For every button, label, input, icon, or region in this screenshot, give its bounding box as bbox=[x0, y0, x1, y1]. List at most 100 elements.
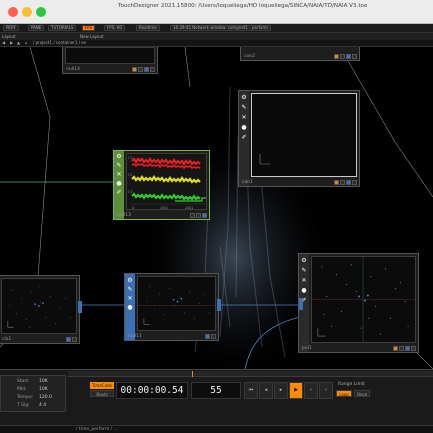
input-connector[interactable] bbox=[299, 298, 303, 310]
close-window-button[interactable] bbox=[8, 7, 18, 17]
zoom-window-button[interactable] bbox=[36, 7, 46, 17]
settings-icon[interactable]: ⚙ bbox=[241, 94, 248, 101]
operator-clx1[interactable]: clx1 bbox=[0, 275, 82, 344]
time-component-path[interactable]: / time_perform / ... bbox=[76, 427, 118, 432]
close-icon[interactable]: ✕ bbox=[241, 114, 248, 121]
tab-tutorials[interactable]: TUTORIALS bbox=[48, 25, 77, 31]
render-flag[interactable] bbox=[352, 180, 357, 185]
home-icon[interactable]: ⌂ bbox=[25, 40, 28, 45]
null13-chop-viewer: C1 C2 C3 0 1001 2001 bbox=[126, 153, 207, 210]
pol1-flags bbox=[393, 346, 416, 351]
close-icon[interactable]: ✕ bbox=[116, 171, 123, 178]
render-flag[interactable] bbox=[211, 334, 216, 339]
info-value[interactable]: 120.0 bbox=[39, 395, 52, 400]
minimize-window-button[interactable] bbox=[22, 7, 32, 17]
edit-icon[interactable]: ✎ bbox=[116, 162, 123, 169]
render-flag[interactable] bbox=[150, 67, 155, 72]
bypass-flag[interactable] bbox=[138, 67, 143, 72]
close-icon[interactable]: ✕ bbox=[301, 277, 308, 284]
network-editor[interactable]: null14 con2 ⚙ ✎ ✕ ● ✐ con1 ⚙ ✎ ✕ ● ✐ C1 … bbox=[0, 47, 433, 369]
con1-side-toolbar: ⚙ ✎ ✕ ● ✐ bbox=[239, 91, 249, 186]
viewer-flag[interactable] bbox=[393, 346, 398, 351]
bypass-flag[interactable] bbox=[340, 54, 345, 59]
view-icon[interactable]: ● bbox=[127, 304, 134, 311]
display-flag[interactable] bbox=[66, 337, 71, 342]
new-layout-button[interactable]: New Layout bbox=[80, 34, 104, 39]
view-icon[interactable]: ● bbox=[241, 124, 248, 131]
loop-button[interactable]: Loop bbox=[336, 390, 352, 397]
render-flag[interactable] bbox=[72, 337, 77, 342]
display-flag[interactable] bbox=[196, 213, 201, 218]
output-connector[interactable] bbox=[217, 299, 221, 311]
render-flag[interactable] bbox=[411, 346, 416, 351]
info-value[interactable]: 10K bbox=[39, 379, 48, 384]
rewind-to-start-button[interactable]: ⏮ bbox=[244, 382, 258, 399]
forward-arrow-icon[interactable]: ▶ bbox=[10, 40, 13, 45]
operator-null11[interactable]: ⚙ ✎ ✕ ● null11 bbox=[124, 273, 221, 341]
pane-bar: Layout New Layout bbox=[0, 32, 433, 40]
play-button[interactable]: ▶ bbox=[289, 382, 303, 399]
null11-flags bbox=[205, 334, 216, 339]
viewer-flag[interactable] bbox=[334, 180, 339, 185]
bypass-flag[interactable] bbox=[190, 213, 195, 218]
info-value[interactable]: 4 4 bbox=[39, 403, 46, 408]
bypass-flag[interactable] bbox=[399, 346, 404, 351]
view-icon[interactable]: ● bbox=[116, 180, 123, 187]
playhead[interactable] bbox=[192, 371, 193, 377]
timeline-ruler[interactable] bbox=[68, 371, 433, 377]
settings-icon[interactable]: ⚙ bbox=[116, 153, 123, 160]
frame-display[interactable]: 55 bbox=[191, 382, 241, 399]
once-button[interactable]: Once bbox=[354, 390, 370, 397]
operator-null14[interactable]: null14 bbox=[62, 47, 158, 74]
timecode-mode-button[interactable]: TimeCode bbox=[90, 382, 114, 389]
breadcrumb[interactable]: / project1 / container1 / ex bbox=[33, 40, 86, 45]
up-arrow-icon[interactable]: ▲ bbox=[17, 40, 20, 45]
breadcrumb-bar: ◀ ▶ ▲ ⌂ / project1 / container1 / ex bbox=[0, 40, 433, 47]
step-back-button[interactable]: ◂ bbox=[259, 382, 273, 399]
tab-fps-indicator[interactable]: FPS bbox=[82, 25, 96, 31]
axis-tick: 1001 bbox=[160, 206, 168, 210]
display-flag[interactable] bbox=[205, 334, 210, 339]
null11-name: null11 bbox=[128, 334, 142, 339]
jump-end-button[interactable]: › bbox=[319, 382, 333, 399]
operator-con2[interactable]: con2 bbox=[240, 47, 360, 61]
timeline-path-bar: / time_perform / ... bbox=[0, 425, 433, 433]
pencil-icon[interactable]: ✐ bbox=[116, 189, 123, 196]
pol1-name: pol1 bbox=[302, 346, 312, 351]
output-connector[interactable] bbox=[78, 301, 82, 313]
point-cloud bbox=[312, 257, 415, 342]
point-cloud bbox=[7, 286, 71, 328]
bypass-flag[interactable] bbox=[340, 180, 345, 185]
render-flag[interactable] bbox=[202, 213, 207, 218]
info-value[interactable]: 10K bbox=[39, 387, 48, 392]
viewer-flag[interactable] bbox=[334, 54, 339, 59]
tab-pane[interactable]: PANE bbox=[28, 25, 45, 31]
timecode-display[interactable]: 00:00:00.54 bbox=[116, 382, 188, 399]
settings-icon[interactable]: ⚙ bbox=[301, 257, 308, 264]
viewer-flag[interactable] bbox=[132, 67, 137, 72]
view-icon[interactable]: ● bbox=[301, 287, 308, 294]
edit-icon[interactable]: ✎ bbox=[241, 104, 248, 111]
edit-icon[interactable]: ✎ bbox=[127, 286, 134, 293]
display-flag[interactable] bbox=[144, 67, 149, 72]
display-flag[interactable] bbox=[346, 180, 351, 185]
display-flag[interactable] bbox=[346, 54, 351, 59]
beats-mode-button[interactable]: Beats bbox=[90, 390, 114, 397]
close-icon[interactable]: ✕ bbox=[127, 295, 134, 302]
tab-perform[interactable]: PERF bbox=[3, 25, 20, 31]
step-forward-button[interactable]: ‹ bbox=[304, 382, 318, 399]
render-flag[interactable] bbox=[352, 54, 357, 59]
operator-con1[interactable]: ⚙ ✎ ✕ ● ✐ con1 bbox=[238, 90, 360, 187]
back-arrow-icon[interactable]: ◀ bbox=[2, 40, 5, 45]
operator-pol1[interactable]: ⚙ ✎ ✕ ● ✐ pol1 bbox=[298, 253, 419, 353]
layout-label[interactable]: Layout bbox=[2, 34, 16, 39]
realtime-toggle[interactable]: Realtime bbox=[136, 25, 160, 31]
settings-icon[interactable]: ⚙ bbox=[127, 277, 134, 284]
clx1-viewer bbox=[1, 278, 77, 334]
pencil-icon[interactable]: ✐ bbox=[241, 134, 248, 141]
edit-icon[interactable]: ✎ bbox=[301, 267, 308, 274]
play-reverse-button[interactable]: ▸ bbox=[274, 382, 288, 399]
operator-null13[interactable]: ⚙ ✎ ✕ ● ✐ C1 C2 C3 0 1001 2001 null13 bbox=[113, 150, 210, 220]
display-flag[interactable] bbox=[405, 346, 410, 351]
axis-gizmo-icon bbox=[259, 154, 270, 165]
